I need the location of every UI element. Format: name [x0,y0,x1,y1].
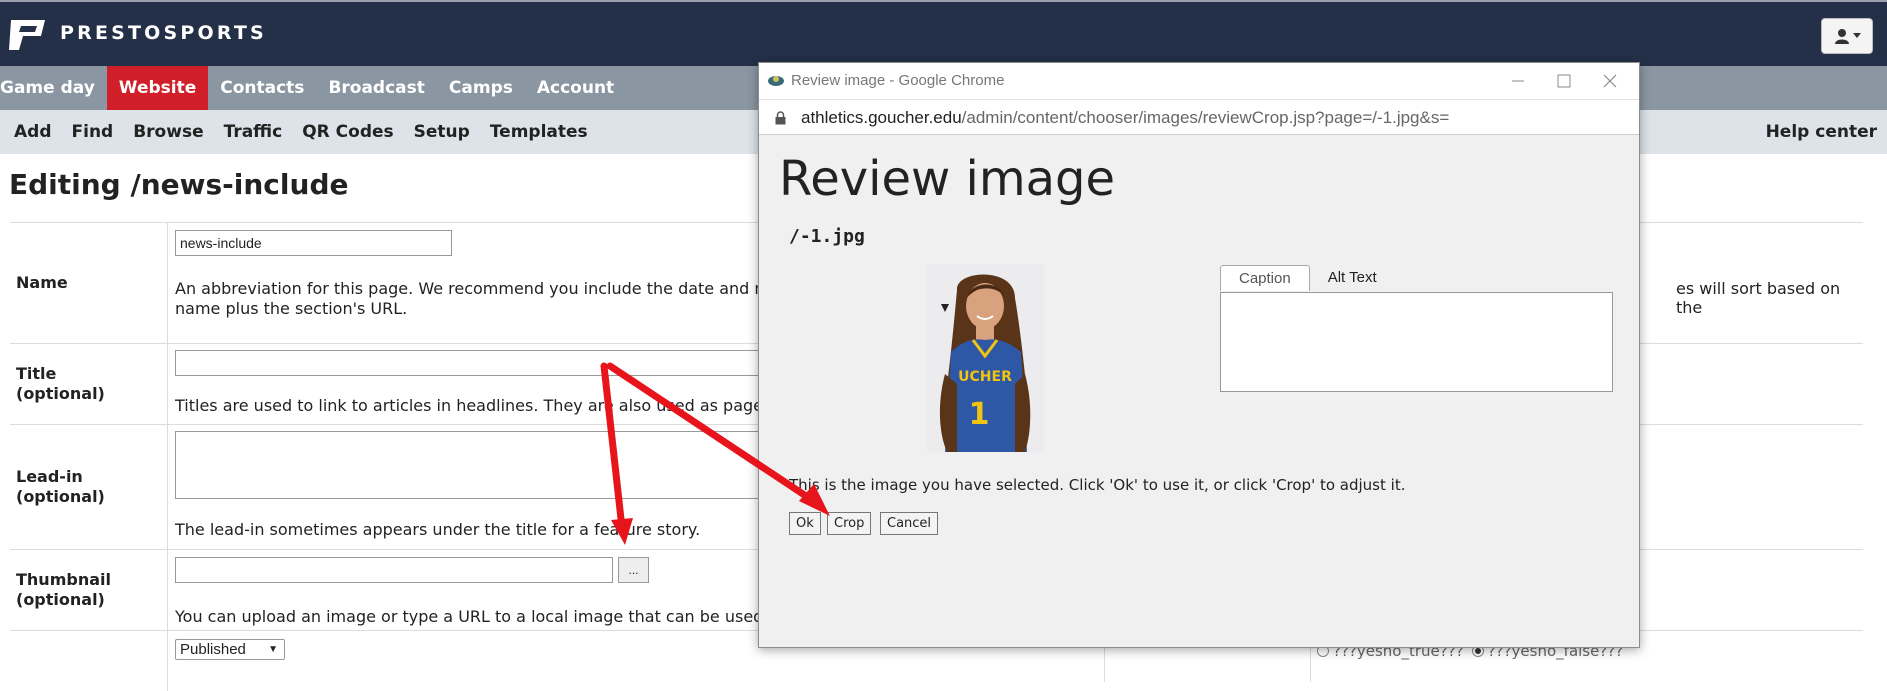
subnav-browse[interactable]: Browse [123,122,213,142]
window-titlebar[interactable]: Review image - Google Chrome [759,63,1639,99]
help-center-link[interactable]: Help center [1766,122,1877,142]
address-url: athletics.goucher.edu/admin/content/choo… [801,108,1449,128]
jersey-number: 1 [969,397,990,432]
tab-alt-text[interactable]: Alt Text [1310,265,1395,291]
ok-button[interactable]: Ok [789,512,821,535]
subnav-setup[interactable]: Setup [404,122,480,142]
status-label [10,631,168,691]
name-help-text: An abbreviation for this page. We recomm… [175,279,795,298]
title-label: Title (optional) [10,344,168,424]
chrome-app-icon [768,76,784,86]
status-select[interactable]: Published ▼ [175,639,285,660]
title-help-text: Titles are used to link to articles in h… [175,396,809,415]
status-select-value: Published [180,641,246,658]
subnav-templates[interactable]: Templates [480,122,598,142]
cancel-button[interactable]: Cancel [880,512,939,535]
nav-account[interactable]: Account [525,66,626,110]
caption-tabs: Caption Alt Text [1220,265,1395,291]
close-button[interactable] [1587,67,1633,95]
leadin-label: Lead-in (optional) [10,425,168,549]
thumbnail-label: Thumbnail (optional) [10,550,168,630]
subnav-add[interactable]: Add [0,122,62,142]
window-title: Review image - Google Chrome [791,72,1005,89]
url-host: athletics.goucher.edu [801,108,962,127]
tab-caption[interactable]: Caption [1220,265,1310,291]
name-help-text-line2: name plus the section's URL. [175,299,408,318]
leadin-help-text: The lead-in sometimes appears under the … [175,520,701,539]
title-label-text: Title [16,364,57,383]
close-icon [1603,74,1617,88]
url-path: /admin/content/chooser/images/reviewCrop… [961,108,1450,127]
title-input[interactable] [175,350,795,376]
thumbnail-help-text: You can upload an image or type a URL to… [175,607,802,626]
caret-down-icon [1852,33,1861,38]
name-label: Name [10,223,168,343]
crop-button[interactable]: Crop [827,512,872,535]
thumbnail-label-text: Thumbnail [16,570,111,589]
name-input[interactable]: news-include [175,230,452,256]
maximize-icon [1557,74,1571,88]
minimize-button[interactable] [1495,67,1541,95]
subnav-traffic[interactable]: Traffic [214,122,293,142]
leadin-label-text: Lead-in [16,467,83,486]
subnav-qr-codes[interactable]: QR Codes [292,122,403,142]
nav-contacts[interactable]: Contacts [208,66,316,110]
thumbnail-browse-button[interactable]: ... [618,557,649,583]
nav-camps[interactable]: Camps [437,66,525,110]
leadin-textarea[interactable] [175,431,769,499]
nav-game-day[interactable]: Game day [0,66,107,110]
subnav-find[interactable]: Find [62,122,124,142]
thumbnail-optional-text: (optional) [16,590,105,609]
lock-icon [775,111,786,125]
selected-image-photo: UCHER 1 [927,264,1044,452]
brand-name: PRESTOSPORTS [60,22,267,44]
jersey-text: UCHER [958,369,1012,385]
maximize-button[interactable] [1541,67,1587,95]
review-image-heading: Review image [779,151,1116,207]
review-image-window: Review image - Google Chrome athletics.g… [758,62,1640,648]
user-menu-button[interactable] [1821,18,1873,54]
image-filename: /-1.jpg [789,226,865,247]
thumbnail-input[interactable] [175,557,613,583]
page-title: Editing /news-include [9,168,349,201]
top-bar: PRESTOSPORTS [0,0,1887,66]
logo-icon[interactable] [5,16,49,54]
leadin-optional-text: (optional) [16,487,105,506]
nav-website[interactable]: Website [106,66,209,110]
caret-down-icon: ▼ [268,644,278,655]
user-icon [1834,29,1849,44]
address-bar[interactable]: athletics.goucher.edu/admin/content/choo… [759,99,1639,135]
name-help-text-right: es will sort based on the [1676,279,1841,317]
title-optional-text: (optional) [16,384,105,403]
selection-message: This is the image you have selected. Cli… [789,476,1406,494]
caption-textarea[interactable] [1220,292,1613,392]
nav-broadcast[interactable]: Broadcast [316,66,436,110]
minimize-icon [1512,80,1524,82]
